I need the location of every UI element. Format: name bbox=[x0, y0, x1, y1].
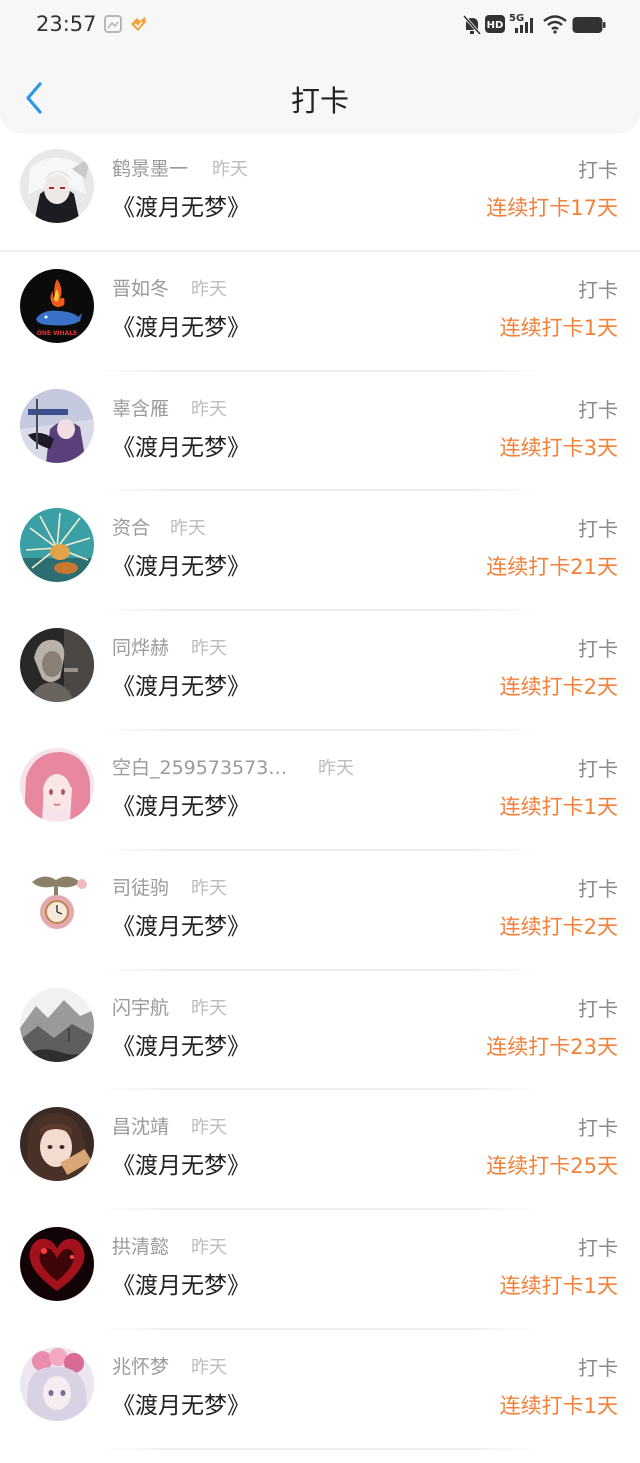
avatar[interactable] bbox=[20, 628, 94, 703]
list-item[interactable]: 辜含雁 昨天 《渡月无梦》 打卡 连续打卡3天 bbox=[0, 372, 640, 492]
list-item[interactable]: 空白_259573573… 昨天 《渡月无梦》 打卡 连续打卡1天 bbox=[0, 731, 640, 851]
list-item[interactable]: ONE WHALE 晋如冬 昨天 《渡月无梦》 打卡 连续打卡1天 bbox=[0, 252, 640, 372]
top-header: 23:57 HD 5G 打卡 bbox=[0, 0, 640, 132]
book-title[interactable]: 《渡月无梦》 bbox=[112, 308, 250, 342]
svg-text:ONE WHALE: ONE WHALE bbox=[37, 330, 78, 337]
streak-count: 连续打卡3天 bbox=[499, 435, 618, 460]
book-title[interactable]: 《渡月无梦》 bbox=[112, 428, 250, 462]
checkin-list: 鹤景墨一 昨天 《渡月无梦》 打卡 连续打卡17天 ONE WHALE 晋如冬 … bbox=[0, 132, 640, 1450]
signal-5g-icon: 5G bbox=[509, 10, 539, 40]
page-title: 打卡 bbox=[290, 84, 349, 118]
book-title[interactable]: 《渡月无梦》 bbox=[112, 547, 250, 581]
book-title[interactable]: 《渡月无梦》 bbox=[112, 1266, 250, 1300]
list-item[interactable]: 司徒驹 昨天 《渡月无梦》 打卡 连续打卡2天 bbox=[0, 851, 640, 971]
checkin-label: 打卡 bbox=[578, 876, 618, 901]
book-title[interactable]: 《渡月无梦》 bbox=[112, 787, 250, 821]
user-name[interactable]: 晋如冬 bbox=[112, 274, 169, 301]
checkin-label: 打卡 bbox=[578, 1236, 618, 1261]
checkin-label: 打卡 bbox=[578, 1116, 618, 1141]
avatar[interactable] bbox=[20, 149, 94, 223]
user-name[interactable]: 空白_259573573… bbox=[112, 753, 287, 780]
avatar[interactable] bbox=[20, 1107, 94, 1182]
checkin-label: 打卡 bbox=[578, 1355, 618, 1380]
hd-icon: HD bbox=[484, 14, 506, 38]
post-date: 昨天 bbox=[318, 757, 354, 779]
streak-count: 连续打卡2天 bbox=[499, 675, 618, 700]
mute-icon bbox=[462, 14, 482, 40]
avatar[interactable] bbox=[20, 388, 94, 463]
post-date: 昨天 bbox=[212, 159, 248, 180]
checkin-label: 打卡 bbox=[578, 756, 618, 781]
user-name[interactable]: 昌沈靖 bbox=[112, 1112, 169, 1139]
divider bbox=[98, 1447, 542, 1450]
streak-count: 连续打卡2天 bbox=[499, 914, 618, 939]
list-item[interactable]: 资合 昨天 《渡月无梦》 打卡 连续打卡21天 bbox=[0, 491, 640, 612]
list-item[interactable]: 兆怀梦 昨天 《渡月无梦》 打卡 连续打卡1天 bbox=[0, 1330, 640, 1450]
book-title[interactable]: 《渡月无梦》 bbox=[112, 1146, 250, 1180]
svg-text:5G: 5G bbox=[509, 13, 524, 24]
avatar[interactable] bbox=[20, 987, 94, 1062]
list-item[interactable]: 闪宇航 昨天 《渡月无梦》 打卡 连续打卡23天 bbox=[0, 971, 640, 1091]
streak-count: 连续打卡21天 bbox=[486, 555, 618, 580]
book-title[interactable]: 《渡月无梦》 bbox=[112, 1027, 250, 1061]
image-notification-icon bbox=[104, 14, 122, 38]
checkin-label: 打卡 bbox=[578, 517, 618, 542]
book-title[interactable]: 《渡月无梦》 bbox=[112, 188, 250, 222]
nav-bar: 打卡 bbox=[0, 64, 640, 132]
status-bar: 23:57 HD 5G bbox=[0, 0, 640, 50]
status-time: 23:57 bbox=[36, 12, 97, 36]
list-item[interactable]: 鹤景墨一 昨天 《渡月无梦》 打卡 连续打卡17天 bbox=[0, 132, 640, 252]
user-name[interactable]: 辜含雁 bbox=[112, 394, 169, 421]
svg-text:HD: HD bbox=[487, 20, 504, 31]
wifi-icon bbox=[543, 14, 567, 38]
avatar[interactable] bbox=[20, 508, 94, 583]
list-item[interactable]: 昌沈靖 昨天 《渡月无梦》 打卡 连续打卡25天 bbox=[0, 1090, 640, 1211]
checkin-label: 打卡 bbox=[578, 637, 618, 662]
post-date: 昨天 bbox=[191, 997, 227, 1019]
avatar[interactable] bbox=[20, 747, 94, 822]
user-name[interactable]: 鹤景墨一 bbox=[112, 154, 188, 181]
user-name[interactable]: 同烨赫 bbox=[112, 633, 169, 660]
streak-count: 连续打卡1天 bbox=[499, 794, 618, 819]
streak-count: 连续打卡23天 bbox=[486, 1034, 618, 1059]
user-name[interactable]: 闪宇航 bbox=[112, 993, 169, 1020]
user-name[interactable]: 兆怀梦 bbox=[112, 1352, 169, 1379]
user-name[interactable]: 资合 bbox=[112, 513, 150, 540]
avatar[interactable] bbox=[20, 867, 94, 942]
avatar[interactable] bbox=[20, 1227, 94, 1302]
list-item[interactable]: 同烨赫 昨天 《渡月无梦》 打卡 连续打卡2天 bbox=[0, 611, 640, 731]
battery-icon bbox=[572, 16, 606, 38]
checkin-label: 打卡 bbox=[578, 397, 618, 422]
checkin-label: 打卡 bbox=[578, 158, 618, 182]
book-title[interactable]: 《渡月无梦》 bbox=[112, 1386, 250, 1420]
streak-count: 连续打卡25天 bbox=[486, 1154, 618, 1179]
user-name[interactable]: 司徒驹 bbox=[112, 873, 169, 900]
streak-count: 连续打卡1天 bbox=[499, 1393, 618, 1418]
post-date: 昨天 bbox=[191, 638, 227, 660]
list-item[interactable]: 拱清懿 昨天 《渡月无梦》 打卡 连续打卡1天 bbox=[0, 1210, 640, 1330]
avatar[interactable] bbox=[20, 1346, 94, 1421]
checkin-label: 打卡 bbox=[578, 996, 618, 1021]
post-date: 昨天 bbox=[191, 877, 227, 899]
book-title[interactable]: 《渡月无梦》 bbox=[112, 667, 250, 701]
streak-count: 连续打卡1天 bbox=[499, 1274, 618, 1299]
post-date: 昨天 bbox=[191, 398, 227, 420]
checkin-label: 打卡 bbox=[578, 277, 618, 302]
avatar[interactable]: ONE WHALE bbox=[20, 268, 94, 343]
post-date: 昨天 bbox=[191, 278, 227, 300]
post-date: 昨天 bbox=[170, 518, 206, 540]
user-name[interactable]: 拱清懿 bbox=[112, 1232, 169, 1259]
post-date: 昨天 bbox=[191, 1356, 227, 1378]
app-notification-icon bbox=[128, 14, 148, 38]
streak-count: 连续打卡17天 bbox=[486, 196, 618, 220]
post-date: 昨天 bbox=[191, 1237, 227, 1259]
book-title[interactable]: 《渡月无梦》 bbox=[112, 907, 250, 941]
post-date: 昨天 bbox=[191, 1117, 227, 1139]
streak-count: 连续打卡1天 bbox=[499, 315, 618, 340]
